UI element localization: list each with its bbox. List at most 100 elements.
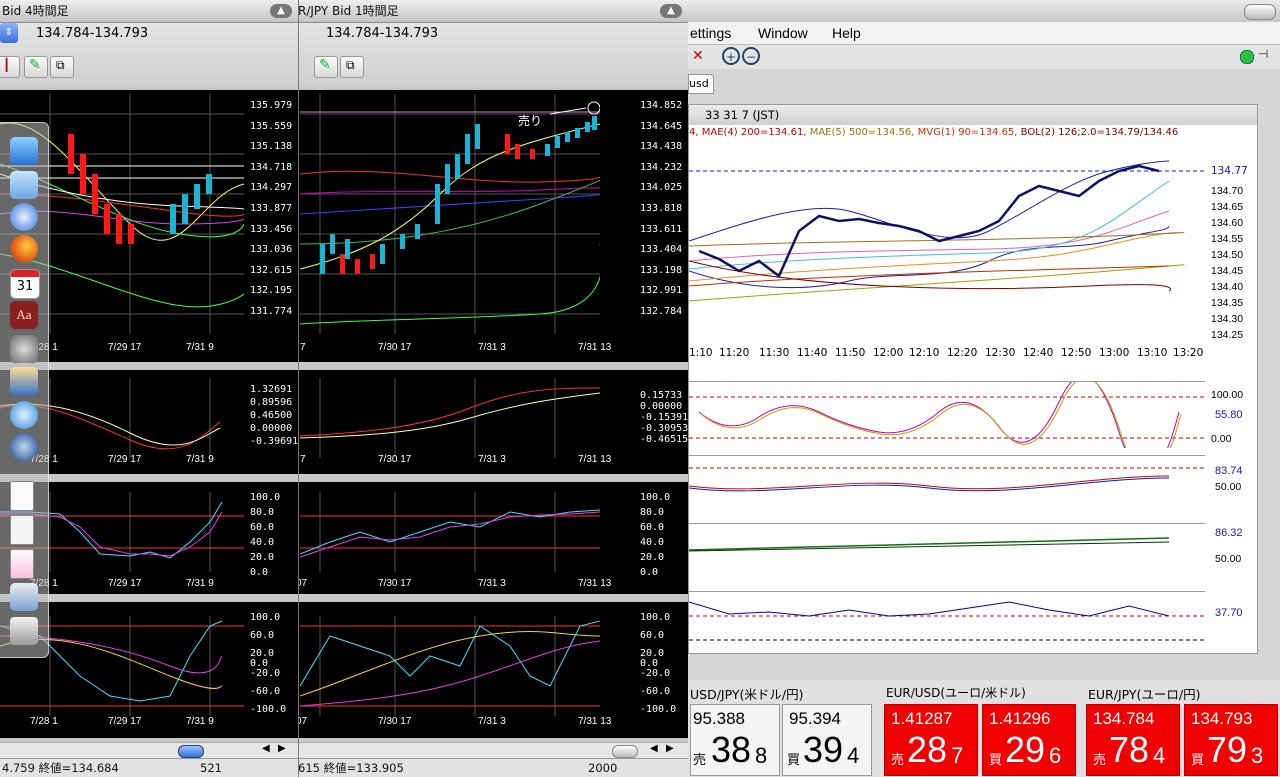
- mid-alert-icon[interactable]: ▲: [660, 4, 682, 18]
- close-chart-icon[interactable]: ✕: [692, 48, 708, 64]
- eurjpy-bid-label: 売: [1093, 752, 1107, 767]
- mid-scroll-thumb[interactable]: [612, 745, 638, 758]
- axis-label: -20.0: [250, 668, 281, 679]
- left-price-axis: 135.979 135.559 135.138 134.718 134.297 …: [250, 100, 292, 327]
- axis-label: -0.46515: [640, 434, 688, 445]
- finder-icon[interactable]: [10, 137, 38, 165]
- mid-macd-xaxis-0: 7: [300, 454, 306, 465]
- mid-price-xaxis-1: 7/30 17: [378, 342, 412, 353]
- quote-eurjpy-title: EUR/JPY(ユーロ/円): [1088, 687, 1201, 702]
- axis-label: -0.39691: [250, 436, 299, 447]
- itunes-icon[interactable]: [10, 401, 38, 429]
- time-label: 13:10: [1137, 347, 1168, 359]
- time-label: 12:10: [909, 347, 940, 359]
- document-icon[interactable]: [10, 515, 34, 545]
- axis-label: 0.46500: [250, 410, 293, 421]
- mid-price-xaxis-2: 7/31 3: [478, 342, 506, 353]
- mid-status-left: 615 終値=133.905: [298, 761, 404, 775]
- document-icon[interactable]: [10, 549, 34, 579]
- axis-label: 134.438: [640, 141, 683, 153]
- left-scrollbar[interactable]: ◀ ▶: [0, 742, 298, 759]
- axis-label: 100.0: [640, 612, 671, 623]
- time-label: 1:10: [689, 347, 713, 359]
- line-tool-icon[interactable]: ⧉: [340, 56, 364, 78]
- eurjpy-ask-box[interactable]: 134.793 買 79 3: [1184, 704, 1278, 776]
- right-chart-window: ettings Window Help ✕ + − ⊣ usd 33 31 7 …: [688, 0, 1280, 680]
- trash-icon[interactable]: [10, 617, 38, 645]
- axis-label: 100.0: [640, 492, 671, 503]
- time-label: 11:40: [797, 347, 828, 359]
- mid-window-titlebar: R/JPY Bid 1時間足 ▲: [296, 0, 688, 23]
- left-stoch-axis: 100.0 80.0 60.0 40.0 20.0 0.0: [250, 492, 280, 582]
- menu-help[interactable]: Help: [832, 25, 861, 41]
- axis-label: 100.0: [250, 492, 281, 503]
- p3-value: 86.32: [1215, 527, 1243, 539]
- left-status-left: 4.759 終値=134.684: [2, 761, 119, 775]
- zoom-out-icon[interactable]: −: [742, 47, 760, 65]
- p4-value: 37.70: [1215, 607, 1243, 619]
- p2-value: 83.74: [1215, 465, 1243, 477]
- mid-macd-axis: 0.15733 0.00000 -0.15391 -0.30953 -0.465…: [640, 390, 688, 445]
- window-toggle-button[interactable]: [1244, 4, 1276, 20]
- mid-stoch-axis: 100.0 80.0 60.0 40.0 20.0 0.0: [640, 492, 670, 582]
- system-preferences-icon[interactable]: [10, 335, 38, 363]
- tool-glyph-icon: ⧉: [56, 58, 65, 72]
- candle-tool-icon[interactable]: ┃: [0, 56, 20, 78]
- network-icon[interactable]: [10, 583, 38, 611]
- eurusd-ask-box[interactable]: 1.41296 買 29 6: [982, 704, 1076, 776]
- indicator-mae5: MAE(5) 500=134.56,: [809, 127, 915, 138]
- indicator-bol: BOL(2) 126;2.0=134.79/134.46: [1020, 127, 1179, 138]
- axis-label: 20.0: [250, 648, 275, 659]
- safari-icon[interactable]: [10, 203, 38, 231]
- axis-label: 134.50: [1211, 249, 1244, 261]
- mid-osc-xaxis-2: 7/31 3: [478, 716, 506, 727]
- usdjpy-ask-label: 買: [787, 752, 801, 767]
- scroll-right-icon[interactable]: ▶: [666, 743, 674, 754]
- scroll-right-icon[interactable]: ▶: [278, 743, 286, 754]
- quicktime-icon[interactable]: [10, 433, 38, 461]
- mid-scrollbar[interactable]: ◀ ▶: [296, 742, 688, 759]
- menu-settings[interactable]: ettings: [690, 25, 731, 41]
- left-alert-icon[interactable]: ▲: [270, 4, 292, 18]
- mail-icon[interactable]: [10, 171, 38, 199]
- menu-window[interactable]: Window: [758, 25, 808, 41]
- mid-price-xaxis-3: 7/31 13: [578, 342, 612, 353]
- dictionary-icon[interactable]: Aa: [10, 301, 38, 329]
- scroll-left-icon[interactable]: ◀: [650, 743, 658, 754]
- left-macd-axis: 1.32691 0.89596 0.46500 0.00000 -0.39691: [250, 384, 298, 449]
- calendar-icon[interactable]: 31: [10, 269, 40, 299]
- preview-icon[interactable]: [10, 367, 38, 395]
- firefox-icon[interactable]: [10, 235, 38, 263]
- eurusd-ask-big: 29: [1005, 729, 1046, 770]
- chart-tab[interactable]: usd: [688, 74, 714, 94]
- document-icon[interactable]: [10, 481, 34, 511]
- mid-osc-xaxis-3: 7/31 13: [578, 716, 612, 727]
- time-label: 11:30: [759, 347, 790, 359]
- axis-label: -60.0: [250, 686, 281, 697]
- sell-signal-label: 売り: [518, 114, 543, 128]
- left-scroll-thumb[interactable]: [178, 745, 204, 758]
- usdjpy-ask-box[interactable]: 95.394 買 39 4: [782, 704, 872, 776]
- left-osc-xaxis-0: 7/28 1: [30, 716, 58, 727]
- time-label: 12:20: [947, 347, 978, 359]
- line-tool-icon[interactable]: ⧉: [50, 56, 74, 78]
- p1-axis-top: 100.00: [1211, 389, 1244, 401]
- draw-pencil-icon[interactable]: ✎: [314, 56, 338, 78]
- draw-pencil-icon[interactable]: ✎: [24, 56, 48, 78]
- eurjpy-bid-box[interactable]: 134.784 売 78 4: [1086, 704, 1180, 776]
- pin-icon[interactable]: ⊣: [1258, 47, 1268, 61]
- mid-stoch-xaxis-1: 7/30 17: [378, 578, 412, 589]
- axis-label: 133.036: [250, 244, 293, 256]
- right-subpanel-3: [689, 523, 1205, 552]
- zoom-in-icon[interactable]: +: [722, 47, 740, 65]
- eurusd-bid-box[interactable]: 1.41287 売 28 7: [884, 704, 978, 776]
- quote-eurusd-title: EUR/USD(ユーロ/米ドル): [886, 686, 1026, 700]
- axis-label: 132.615: [250, 264, 293, 276]
- mid-price-chart: [300, 94, 600, 334]
- axis-label: 60.0: [640, 522, 665, 533]
- usdjpy-bid-box[interactable]: 95.388 売 38 8: [690, 704, 780, 776]
- left-stepper[interactable]: ⇕: [0, 23, 18, 43]
- scroll-left-icon[interactable]: ◀: [262, 743, 270, 754]
- left-stoch-xaxis-1: 7/29 17: [108, 578, 142, 589]
- right-time-axis: 1:10 11:20 11:30 11:40 11:50 12:00 12:10…: [689, 347, 1209, 361]
